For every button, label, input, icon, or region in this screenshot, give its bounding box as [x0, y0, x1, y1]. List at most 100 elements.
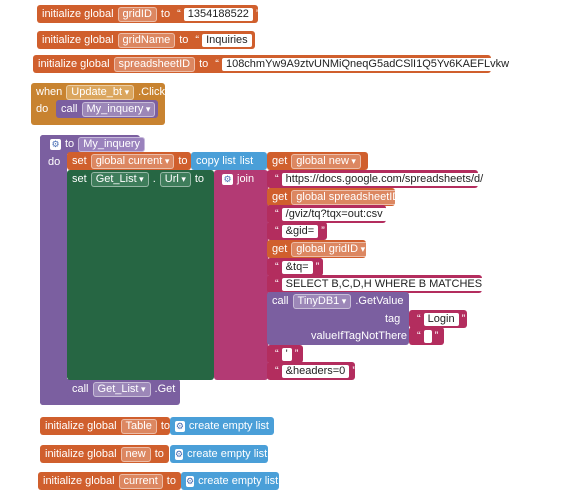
text-value[interactable]: SELECT B,C,D,H WHERE B MATCHES — [281, 277, 487, 291]
quote-mark: “ — [215, 58, 219, 70]
quote-mark: “ — [275, 365, 279, 377]
text-value[interactable] — [423, 329, 432, 343]
text-value[interactable]: ' — [281, 347, 292, 361]
init-global-spreadsheetID[interactable]: initialize global spreadsheetID to “ 108… — [33, 55, 520, 73]
component-dropdown[interactable]: Get_List — [92, 381, 151, 397]
to-label: to — [160, 420, 171, 432]
get-global-gridID[interactable]: get global gridID — [267, 240, 371, 258]
create-empty-list[interactable]: ⚙ create empty list — [181, 472, 279, 490]
join-item-10[interactable]: “&headers=0” — [267, 362, 356, 380]
tag-value-block[interactable]: “Login” — [409, 310, 467, 328]
quote-mark: ” — [321, 225, 325, 237]
proc-do: do — [43, 153, 65, 171]
text-value[interactable]: 1354188522 — [183, 7, 253, 21]
quote-mark: ” — [315, 261, 320, 273]
copy-list-block[interactable]: copy list list — [191, 152, 267, 170]
when-header: when Update_bt .Click — [31, 83, 170, 101]
list-label: list — [239, 155, 254, 167]
text-value[interactable]: &gid= — [281, 224, 319, 238]
gear-icon[interactable]: ⚙ — [50, 138, 61, 150]
to-label: to — [199, 58, 209, 70]
create-empty-list[interactable]: ⚙ create empty list — [170, 445, 268, 463]
property-dropdown[interactable]: Url — [159, 171, 191, 187]
create-empty-list[interactable]: ⚙ create empty list — [170, 417, 274, 435]
gear-icon[interactable]: ⚙ — [175, 420, 185, 432]
text-value[interactable]: 108chmYw9A9ztvUNMiQneqG5adCSlI1Q5Yv6KAEF… — [221, 57, 514, 71]
join-item-9[interactable]: “'” — [267, 345, 303, 363]
to-label: to — [160, 8, 171, 20]
copy-list-label: copy list — [196, 155, 236, 167]
call-proc-block[interactable]: call My_inquery — [56, 100, 158, 118]
init-global-table[interactable]: initialize global Table to — [40, 417, 170, 435]
var-name-field[interactable]: spreadsheetID — [113, 56, 196, 72]
quote-mark: ” — [461, 313, 466, 325]
get-label: get — [272, 155, 288, 167]
procedure-block[interactable] — [40, 135, 67, 405]
do-label: do — [48, 156, 61, 168]
quote-mark: “ — [275, 208, 279, 220]
component-dropdown[interactable]: TinyDB1 — [292, 293, 352, 309]
get-global-spreadsheetID[interactable]: get global spreadsheetID — [267, 188, 413, 206]
quote-mark: “ — [417, 313, 421, 325]
to-label: to — [179, 34, 189, 46]
init-global-current[interactable]: initialize global current to — [38, 472, 181, 490]
join-item-7[interactable]: “SELECT B,C,D,H WHERE B MATCHES ” — [267, 275, 493, 293]
gear-icon[interactable]: ⚙ — [186, 475, 195, 487]
notthere-value-block[interactable]: “ ” — [409, 327, 444, 345]
init-label: initialize global — [45, 420, 117, 432]
init-label: initialize global — [42, 34, 114, 46]
component-dropdown[interactable]: Get_List — [90, 171, 149, 187]
proc-dropdown[interactable]: My_inquery — [81, 101, 156, 117]
var-dropdown[interactable]: global new — [291, 153, 361, 169]
var-dropdown[interactable]: global gridID — [291, 241, 371, 257]
quote-mark: “ — [177, 8, 181, 20]
set-url-header: set Get_List . Url to — [67, 170, 209, 188]
call-label: call — [61, 103, 78, 115]
text-value[interactable]: &headers=0 — [281, 364, 350, 378]
gear-icon[interactable]: ⚙ — [222, 173, 233, 185]
init-label: initialize global — [45, 448, 117, 460]
call-get-list[interactable]: call Get_List .Get — [67, 380, 175, 398]
text-value[interactable]: &tq= — [281, 260, 313, 274]
text-value[interactable]: Inquiries — [202, 33, 252, 47]
var-name-field[interactable]: current — [118, 473, 163, 489]
var-name-field[interactable]: gridName — [117, 32, 176, 48]
join-item-1[interactable]: “https://docs.google.com/spreadsheets/d/… — [267, 170, 494, 188]
var-dropdown[interactable]: global spreadsheetID — [291, 189, 413, 205]
join-block[interactable] — [214, 170, 268, 380]
join-header: ⚙ join — [217, 170, 259, 188]
quote-mark: “ — [275, 261, 279, 273]
text-value[interactable]: https://docs.google.com/spreadsheets/d/ — [281, 172, 488, 186]
quote-mark: ” — [490, 173, 494, 185]
procedure-header: ⚙ to My_inquery — [45, 135, 154, 153]
method-label: .Get — [154, 383, 176, 395]
component-dropdown[interactable]: Update_bt — [66, 84, 135, 100]
var-name-field[interactable]: gridID — [117, 6, 157, 22]
tinydb-header: call TinyDB1 .GetValue — [267, 292, 408, 310]
do-label: do — [36, 103, 49, 115]
text-value[interactable]: /gviz/tq?tqx=out:csv — [281, 207, 387, 221]
proc-name-field[interactable]: My_inquery — [78, 136, 146, 152]
quote-mark: ” — [434, 330, 439, 342]
join-item-4[interactable]: “&gid=” — [267, 222, 327, 240]
var-dropdown[interactable]: global current — [90, 153, 175, 169]
set-global-current[interactable]: set global current to — [67, 152, 191, 170]
empty-list-label: create empty list — [198, 475, 279, 487]
join-item-3[interactable]: “/gviz/tq?tqx=out:csv” — [267, 205, 393, 223]
init-global-gridID[interactable]: initialize global gridID to “ 1354188522… — [37, 5, 260, 23]
init-global-new[interactable]: initialize global new to — [40, 445, 169, 463]
init-global-gridName[interactable]: initialize global gridName to “ Inquirie… — [37, 31, 258, 49]
var-name-field[interactable]: new — [120, 446, 151, 462]
to-label: to — [65, 138, 75, 150]
quote-mark: ” — [255, 8, 260, 20]
text-value[interactable]: Login — [423, 312, 459, 326]
notthere-label-row: valueIfTagNotThere — [306, 327, 412, 345]
gear-icon[interactable]: ⚙ — [175, 448, 184, 460]
init-label: initialize global — [43, 475, 115, 487]
set-url-block[interactable] — [67, 170, 214, 380]
get-global-new[interactable]: get global new — [267, 152, 368, 170]
var-name-field[interactable]: Table — [120, 418, 157, 434]
notthere-label: valueIfTagNotThere — [311, 330, 407, 342]
tag-label-row: tag — [380, 310, 405, 328]
join-item-6[interactable]: “&tq=” — [267, 258, 323, 276]
